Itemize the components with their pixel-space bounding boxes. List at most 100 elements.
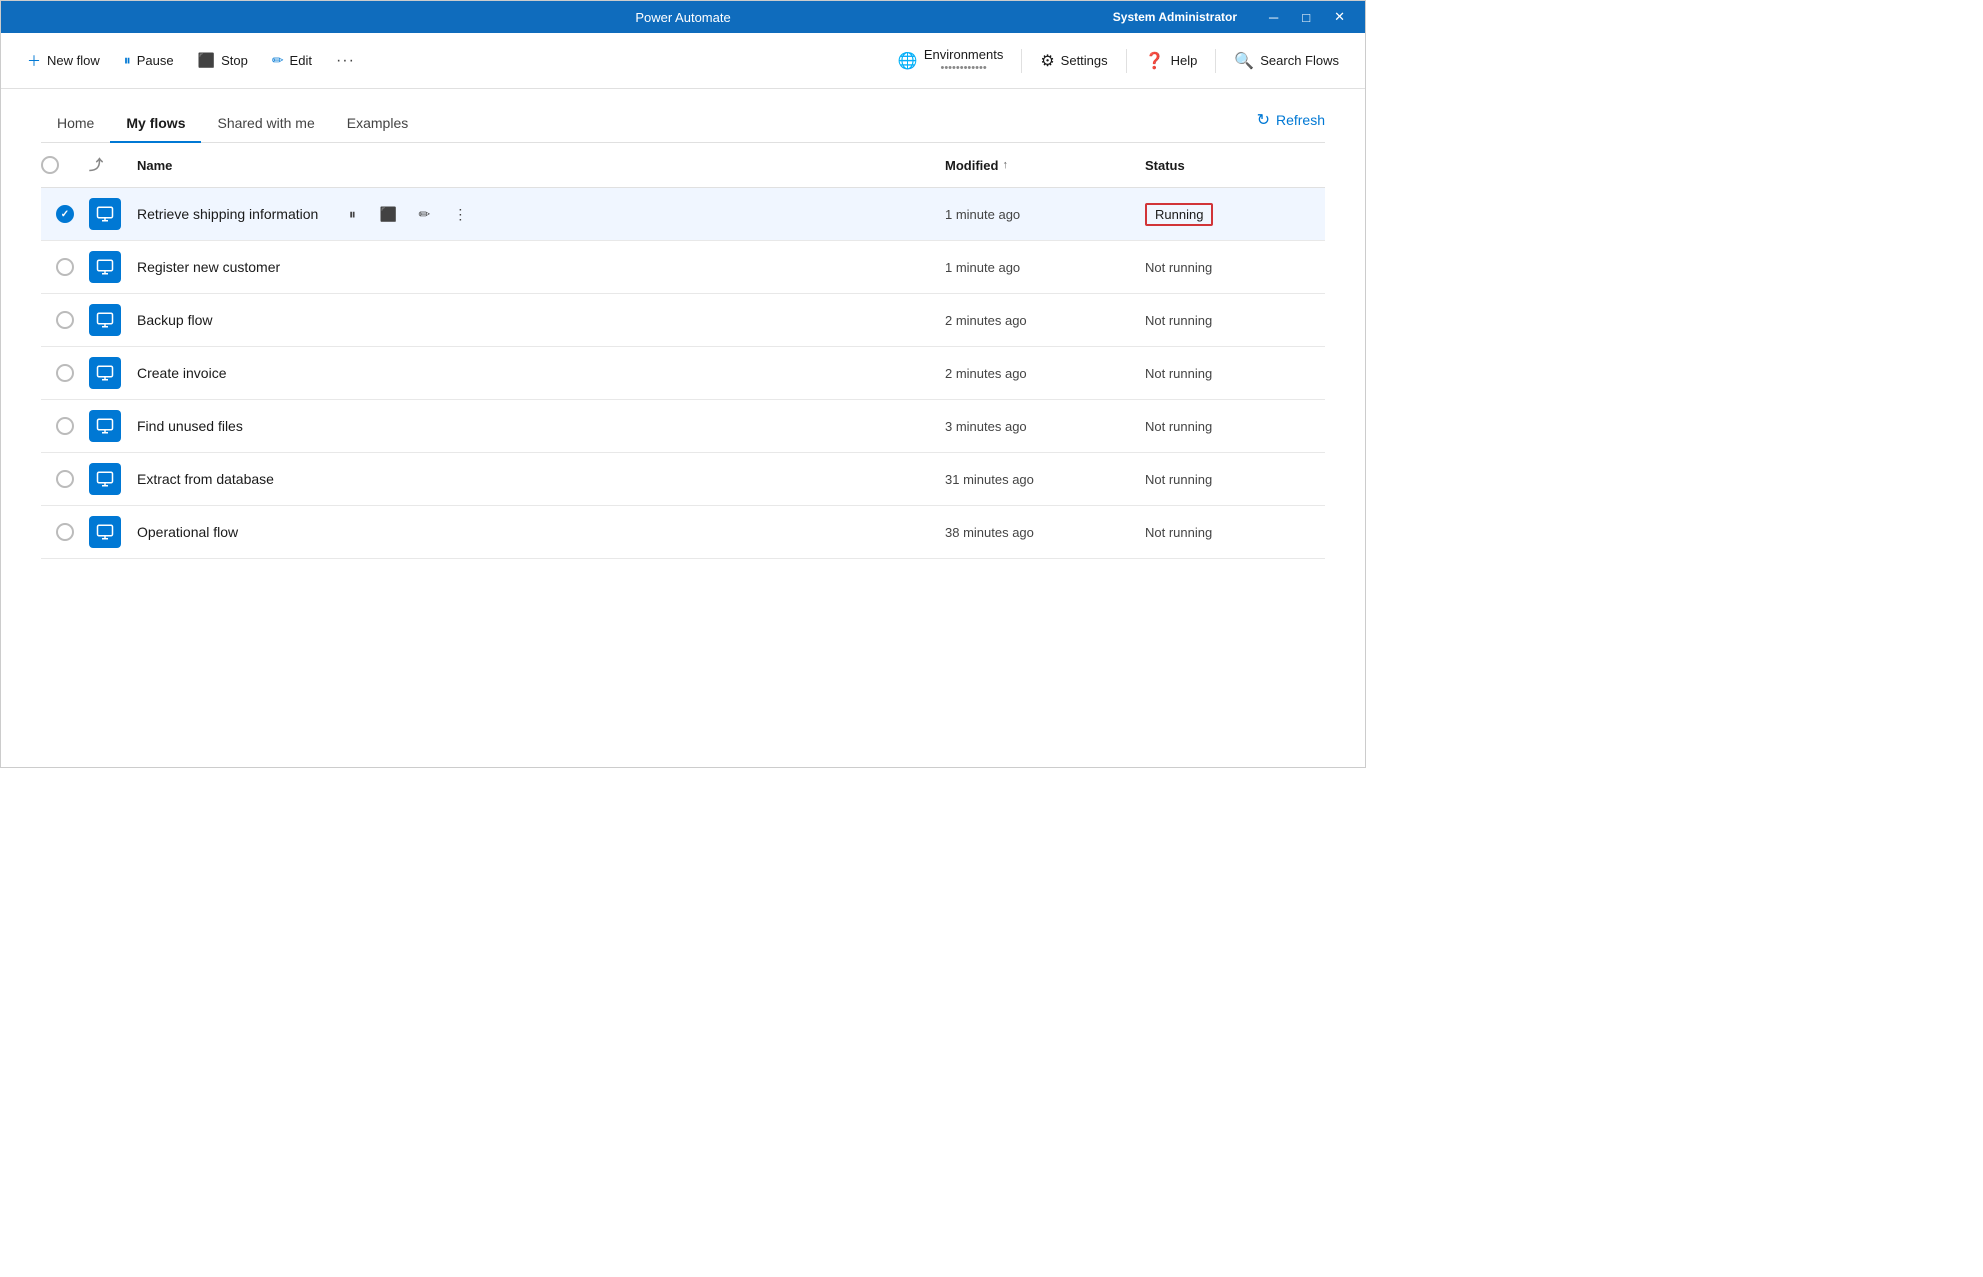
row-checkbox-4[interactable] [41,364,89,382]
row-name-cell-4: Create invoice ⏸ ⬛ ✏ ⋮ [137,359,945,387]
stop-icon: ⬛ [198,52,215,69]
table-row[interactable]: Backup flow ⏸ ⬛ ✏ ⋮ 2 minutes ago Not ru… [41,294,1325,347]
pause-button[interactable]: ⏸ Pause [114,46,184,75]
checkbox-checked[interactable] [56,205,74,223]
row-pause-icon[interactable]: ⏸ [247,359,275,387]
table-row[interactable]: Retrieve shipping information ⏸ ⬛ ✏ ⋮ 1 … [41,188,1325,241]
table-row[interactable]: Operational flow ⏸ ⬛ ✏ ⋮ 38 minutes ago … [41,506,1325,559]
row-stop-icon[interactable]: ⬛ [283,359,311,387]
row-more-icon[interactable]: ⋮ [371,412,399,440]
row-more-icon[interactable]: ⋮ [446,200,474,228]
table-row[interactable]: Register new customer ⏸ ⬛ ✏ ⋮ 1 minute a… [41,241,1325,294]
row-more-icon[interactable]: ⋮ [340,306,368,334]
tabs-left: Home My flows Shared with me Examples [41,105,424,142]
checkbox-unchecked[interactable] [56,470,74,488]
row-checkbox-2[interactable] [41,258,89,276]
row-checkbox-7[interactable] [41,523,89,541]
select-all-checkbox[interactable] [41,156,59,174]
more-icon: ··· [336,52,355,70]
row-pause-icon[interactable]: ⏸ [338,200,366,228]
th-name[interactable]: Name [137,158,945,173]
row-more-icon[interactable]: ⋮ [366,518,394,546]
row-modified-5: 3 minutes ago [945,419,1145,434]
row-edit-icon[interactable]: ✏ [330,518,358,546]
new-flow-button[interactable]: ＋ New flow [17,45,110,77]
row-name-cell-2: Register new customer ⏸ ⬛ ✏ ⋮ [137,253,945,281]
checkbox-unchecked[interactable] [56,258,74,276]
help-button[interactable]: ❓ Help [1135,47,1208,75]
table-row[interactable]: Find unused files ⏸ ⬛ ✏ ⋮ 3 minutes ago … [41,400,1325,453]
row-edit-icon[interactable]: ✏ [366,465,394,493]
row-status-6: Not running [1145,472,1325,487]
checkbox-unchecked[interactable] [56,523,74,541]
row-pause-icon[interactable]: ⏸ [294,465,322,493]
row-stop-icon[interactable]: ⬛ [336,253,364,281]
separator-2 [1126,49,1127,73]
table-row[interactable]: Create invoice ⏸ ⬛ ✏ ⋮ 2 minutes ago Not… [41,347,1325,400]
tab-shared-with-me[interactable]: Shared with me [201,105,330,143]
flow-icon-6 [89,463,137,495]
row-pause-icon[interactable]: ⏸ [263,412,291,440]
row-more-icon[interactable]: ⋮ [355,359,383,387]
settings-label: Settings [1061,53,1108,68]
gear-icon: ⚙ [1040,51,1054,71]
flows-table: ⤴ Name Modified ↑ Status [41,143,1325,559]
environments-button[interactable]: 🌐 Environments •••••••••••• [888,43,1013,78]
row-more-icon[interactable]: ⋮ [408,253,436,281]
flow-icon-3 [89,304,137,336]
tab-home[interactable]: Home [41,105,110,143]
row-stop-icon[interactable]: ⬛ [374,200,402,228]
row-name-cell-6: Extract from database ⏸ ⬛ ✏ ⋮ [137,465,945,493]
toolbar-right: 🌐 Environments •••••••••••• ⚙ Settings ❓… [888,43,1349,78]
settings-button[interactable]: ⚙ Settings [1030,47,1117,75]
th-status: Status [1145,158,1325,173]
row-pause-icon[interactable]: ⏸ [232,306,260,334]
row-actions-1: ⏸ ⬛ ✏ ⋮ [338,200,474,228]
row-edit-icon[interactable]: ✏ [319,359,347,387]
row-edit-icon[interactable]: ✏ [410,200,438,228]
more-button[interactable]: ··· [326,46,365,76]
checkbox-unchecked[interactable] [56,364,74,382]
row-checkbox-5[interactable] [41,417,89,435]
row-stop-icon[interactable]: ⬛ [294,518,322,546]
checkbox-unchecked[interactable] [56,417,74,435]
help-icon: ❓ [1145,51,1165,71]
row-edit-icon[interactable]: ✏ [372,253,400,281]
row-stop-icon[interactable]: ⬛ [330,465,358,493]
sort-icon: ↑ [1002,159,1008,171]
close-button[interactable]: ✕ [1326,7,1353,27]
status-running-badge: Running [1145,203,1213,226]
row-edit-icon[interactable]: ✏ [335,412,363,440]
edit-button[interactable]: ✏ Edit [262,46,322,75]
row-pause-icon[interactable]: ⏸ [258,518,286,546]
row-pause-icon[interactable]: ⏸ [300,253,328,281]
minimize-button[interactable]: ─ [1261,8,1286,27]
checkbox-unchecked[interactable] [56,311,74,329]
row-stop-icon[interactable]: ⬛ [299,412,327,440]
help-label: Help [1171,53,1198,68]
row-checkbox-1[interactable] [41,205,89,223]
row-name-4: Create invoice [137,365,227,381]
row-edit-icon[interactable]: ✏ [304,306,332,334]
maximize-button[interactable]: □ [1294,8,1318,27]
refresh-icon: ↻ [1257,110,1270,130]
search-flows-button[interactable]: 🔍 Search Flows [1224,46,1349,76]
row-stop-icon[interactable]: ⬛ [268,306,296,334]
main-content: Home My flows Shared with me Examples ↻ … [1,89,1365,559]
app-title: Power Automate [460,10,907,25]
row-status-5: Not running [1145,419,1325,434]
row-modified-7: 38 minutes ago [945,525,1145,540]
row-modified-6: 31 minutes ago [945,472,1145,487]
th-status-label: Status [1145,158,1185,173]
tab-my-flows[interactable]: My flows [110,105,201,143]
row-checkbox-3[interactable] [41,311,89,329]
refresh-button[interactable]: ↻ Refresh [1257,110,1325,138]
row-checkbox-6[interactable] [41,470,89,488]
refresh-label: Refresh [1276,112,1325,128]
tab-examples[interactable]: Examples [331,105,424,143]
table-row[interactable]: Extract from database ⏸ ⬛ ✏ ⋮ 31 minutes… [41,453,1325,506]
th-modified[interactable]: Modified ↑ [945,158,1145,173]
stop-button[interactable]: ⬛ Stop [188,46,258,75]
flow-icon-7 [89,516,137,548]
row-more-icon[interactable]: ⋮ [402,465,430,493]
